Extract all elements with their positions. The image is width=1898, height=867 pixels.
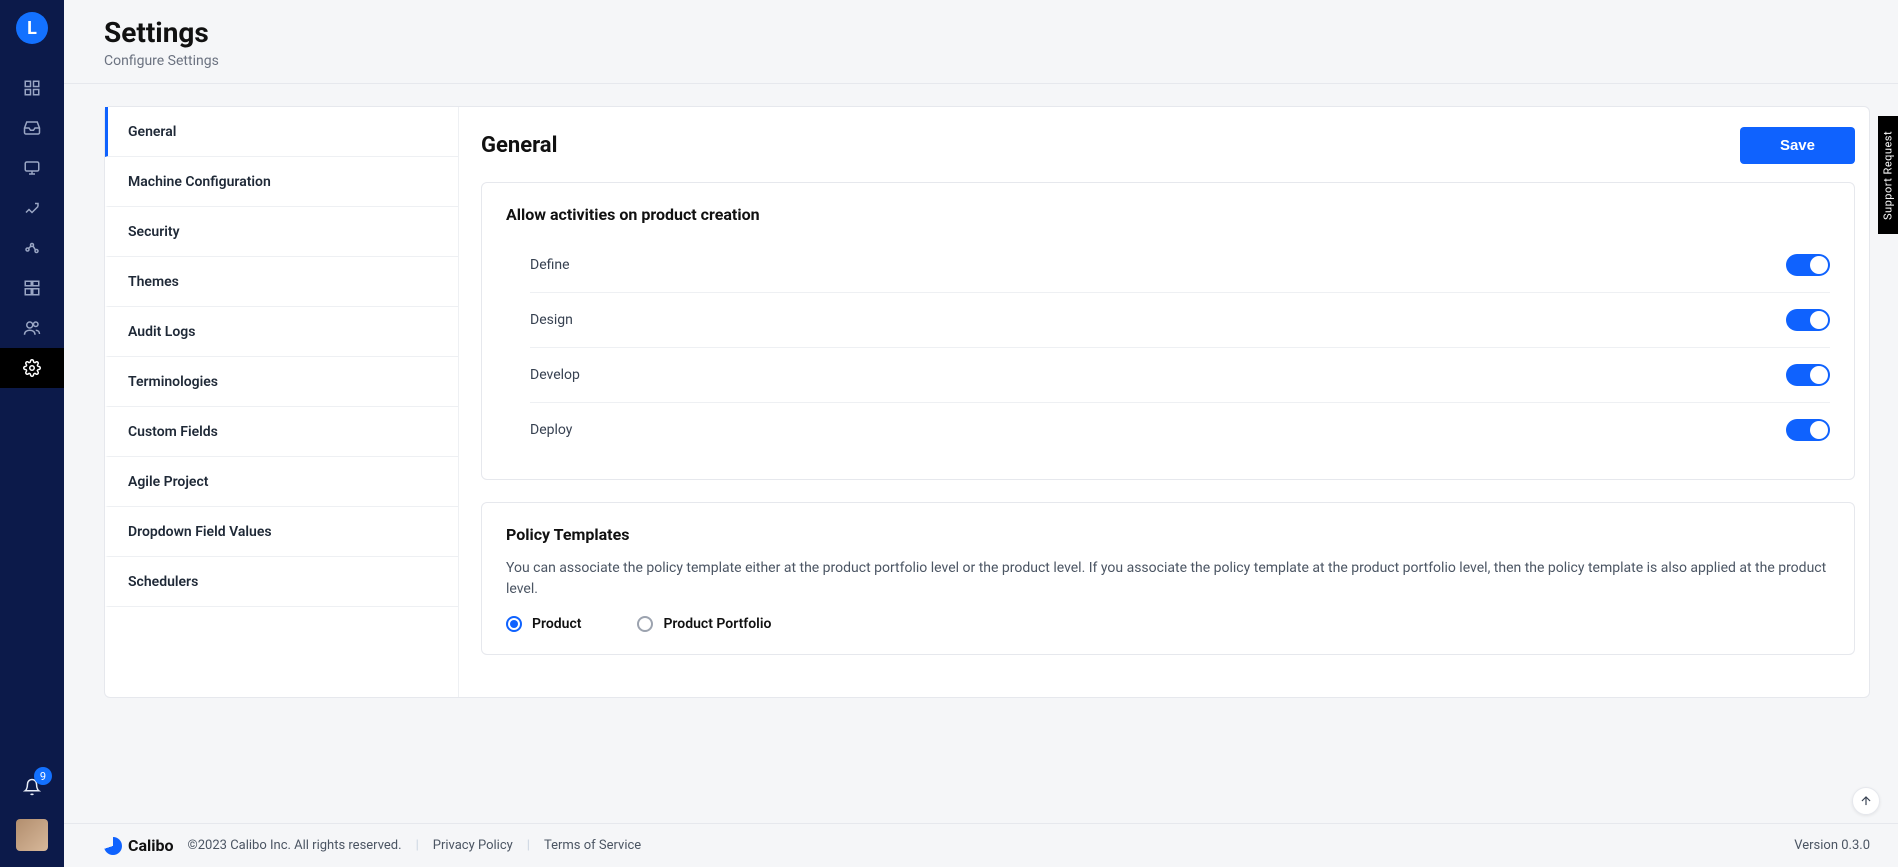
toggle-define[interactable] [1786,254,1830,276]
notification-badge: 9 [34,767,52,785]
inbox-icon [23,119,41,137]
tab-audit-logs[interactable]: Audit Logs [105,307,458,357]
tab-dropdown-field-values[interactable]: Dropdown Field Values [105,507,458,557]
scroll-top-button[interactable] [1852,787,1880,815]
toggle-deploy[interactable] [1786,419,1830,441]
activity-label: Deploy [530,422,572,438]
page-title: Settings [104,16,1858,49]
panel-title: General [481,133,557,158]
nav-dashboard[interactable] [0,68,64,108]
radio-dot-icon [637,616,653,632]
user-avatar[interactable] [16,819,48,851]
footer-copyright: ©2023 Calibo Inc. All rights reserved. [188,838,402,853]
radio-label: Product [532,616,581,632]
nav-modules[interactable] [0,268,64,308]
support-request-tab[interactable]: Support Request [1878,116,1898,234]
policy-card: Policy Templates You can associate the p… [481,502,1855,655]
activity-row-design: Design [530,293,1830,348]
rail-nav [0,68,64,388]
tab-themes[interactable]: Themes [105,257,458,307]
tab-custom-fields[interactable]: Custom Fields [105,407,458,457]
footer-privacy-link[interactable]: Privacy Policy [433,838,513,853]
gear-icon [23,359,41,377]
grid-icon [23,79,41,97]
radio-product-portfolio[interactable]: Product Portfolio [637,616,771,632]
brand-mark-icon [104,837,122,855]
policy-title: Policy Templates [506,525,1830,544]
nav-analytics[interactable] [0,228,64,268]
activities-title: Allow activities on product creation [506,205,1830,224]
footer: Calibo ©2023 Calibo Inc. All rights rese… [64,823,1898,867]
save-button[interactable]: Save [1740,127,1855,164]
activities-card: Allow activities on product creation Def… [481,182,1855,480]
activity-label: Design [530,312,573,328]
side-rail: L [0,0,64,867]
radio-product[interactable]: Product [506,616,581,632]
activity-row-deploy: Deploy [530,403,1830,457]
activity-row-develop: Develop [530,348,1830,403]
arrow-up-icon [1859,794,1873,808]
activity-label: Define [530,257,570,273]
toggle-design[interactable] [1786,309,1830,331]
activity-label: Develop [530,367,580,383]
nav-inbox[interactable] [0,108,64,148]
toggle-develop[interactable] [1786,364,1830,386]
modules-icon [23,279,41,297]
policy-description: You can associate the policy template ei… [506,558,1830,600]
tab-general[interactable]: General [105,107,458,157]
flow-icon [23,199,41,217]
tab-schedulers[interactable]: Schedulers [105,557,458,607]
nav-users[interactable] [0,308,64,348]
nav-flow[interactable] [0,188,64,228]
footer-brand[interactable]: Calibo [104,836,174,855]
radio-label: Product Portfolio [663,616,771,632]
radio-dot-icon [506,616,522,632]
tab-security[interactable]: Security [105,207,458,257]
tab-agile-project[interactable]: Agile Project [105,457,458,507]
chart-icon [23,239,41,257]
activity-row-define: Define [530,238,1830,293]
page-subtitle: Configure Settings [104,53,1858,69]
notifications-button[interactable]: 9 [0,763,64,811]
tab-terminologies[interactable]: Terminologies [105,357,458,407]
footer-terms-link[interactable]: Terms of Service [544,838,641,853]
users-icon [23,319,41,337]
app-logo[interactable]: L [16,12,48,44]
footer-version: Version 0.3.0 [1794,838,1870,853]
settings-tabs: General Machine Configuration Security T… [105,107,459,697]
page-header: Settings Configure Settings [64,0,1898,84]
tab-machine-configuration[interactable]: Machine Configuration [105,157,458,207]
monitor-icon [23,159,41,177]
nav-monitor[interactable] [0,148,64,188]
nav-settings[interactable] [0,348,64,388]
